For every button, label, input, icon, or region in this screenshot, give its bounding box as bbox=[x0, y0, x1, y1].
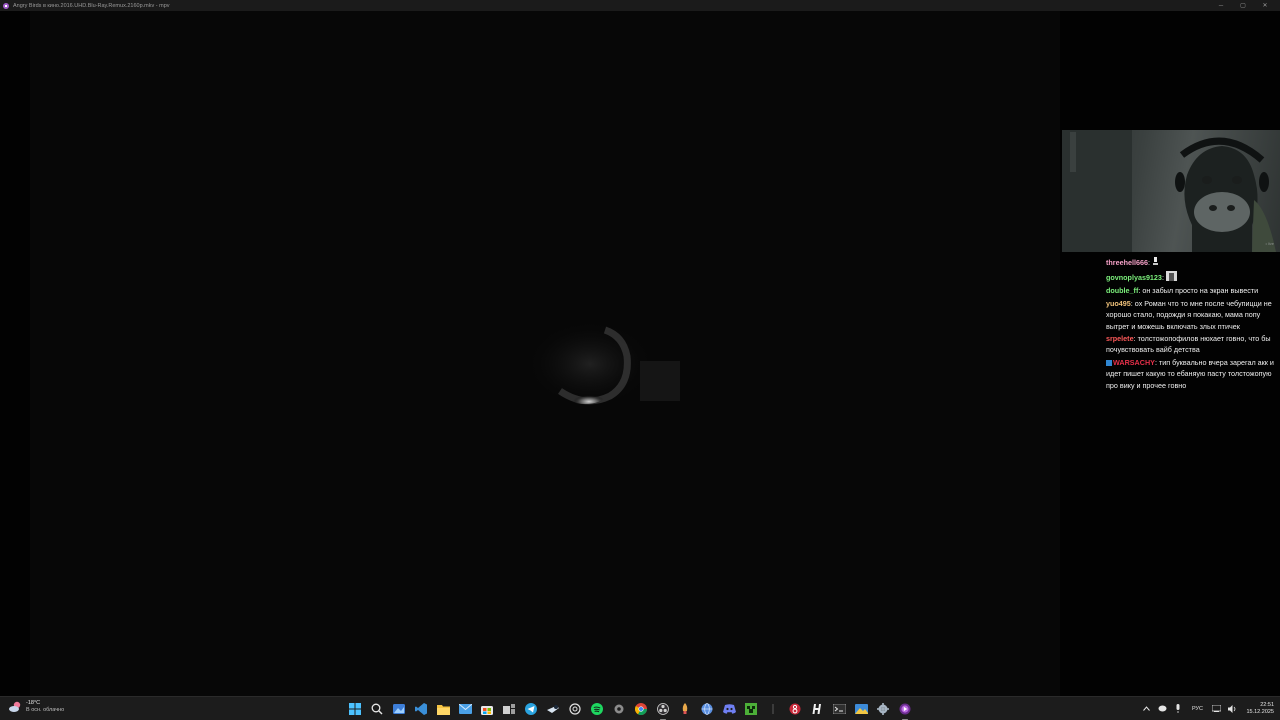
weather-desc: В осн. облачно bbox=[26, 707, 65, 713]
minecraft-icon[interactable] bbox=[740, 698, 762, 720]
chat-username: govnoplyas9123 bbox=[1106, 272, 1162, 282]
taskbar: -18°C В осн. облачно РУС 22:51 15.12.202… bbox=[0, 696, 1280, 720]
minimize-button[interactable]: ─ bbox=[1210, 0, 1232, 11]
chat-username: srpelete bbox=[1106, 334, 1134, 344]
volume-icon[interactable] bbox=[1224, 698, 1240, 720]
chat-message: yuo495: ох Роман что то мне после чебупи… bbox=[1106, 299, 1272, 331]
settings-cog-icon[interactable] bbox=[608, 698, 630, 720]
search-icon[interactable] bbox=[366, 698, 388, 720]
widgets-icon[interactable] bbox=[388, 698, 410, 720]
chat-username: double_ff bbox=[1106, 286, 1139, 296]
taskbar-apps bbox=[344, 698, 916, 720]
chat-message: govnoplyas9123: bbox=[1106, 270, 1276, 284]
spotify-icon[interactable] bbox=[586, 698, 608, 720]
vscode-icon[interactable] bbox=[410, 698, 432, 720]
subscriber-badge-icon bbox=[1106, 359, 1112, 366]
weather-temp: -18°C bbox=[26, 700, 41, 706]
clock[interactable]: 22:51 15.12.2025 bbox=[1246, 702, 1274, 716]
file-explorer-icon[interactable] bbox=[432, 698, 454, 720]
separator-icon bbox=[762, 698, 784, 720]
stream-chat: threehell666: govnoplyas9123: double_ff:… bbox=[1106, 257, 1276, 392]
chat-message: double_ff: он забыл просто на экран выве… bbox=[1106, 286, 1259, 296]
window-title: Angry Birds в кино.2016.UHD.Blu-Ray.Remu… bbox=[13, 2, 170, 9]
h-app-icon[interactable] bbox=[806, 698, 828, 720]
weather-icon bbox=[9, 701, 21, 712]
chat-username: WARSACHY bbox=[1113, 358, 1155, 368]
obs-icon[interactable] bbox=[652, 698, 674, 720]
app-8-icon[interactable] bbox=[784, 698, 806, 720]
maximize-button[interactable]: ▢ bbox=[1232, 0, 1254, 11]
system-tray: РУС 22:51 15.12.2025 bbox=[1138, 697, 1274, 720]
microphone-icon[interactable] bbox=[1170, 698, 1186, 720]
rocket-icon[interactable] bbox=[674, 698, 696, 720]
chat-message: threehell666: bbox=[1106, 257, 1276, 269]
chrome-icon[interactable] bbox=[630, 698, 652, 720]
video-dark-scene bbox=[525, 320, 680, 408]
chat-text: он забыл просто на экран вывести bbox=[1142, 286, 1259, 296]
language-indicator[interactable]: РУС bbox=[1186, 698, 1208, 720]
steam-icon[interactable] bbox=[542, 698, 564, 720]
network-icon[interactable] bbox=[1208, 698, 1224, 720]
chat-username: threehell666 bbox=[1106, 258, 1148, 267]
weather-widget[interactable]: -18°C В осн. облачно bbox=[8, 700, 64, 714]
mpv-icon[interactable] bbox=[894, 698, 916, 720]
chat-username: yuo495 bbox=[1106, 299, 1131, 309]
chevron-up-icon[interactable] bbox=[1138, 698, 1154, 720]
telegram-icon[interactable] bbox=[520, 698, 542, 720]
store-icon[interactable] bbox=[476, 698, 498, 720]
terminal-icon[interactable] bbox=[828, 698, 850, 720]
close-button[interactable]: ✕ bbox=[1254, 0, 1276, 11]
chat-message: WARSACHY: тип буквально вчера зарегал ак… bbox=[1106, 358, 1274, 390]
chatgpt-icon[interactable] bbox=[564, 698, 586, 720]
clock-date: 15.12.2025 bbox=[1246, 708, 1274, 715]
webcam-overlay: • live bbox=[1062, 130, 1280, 252]
chat-text: ох Роман что то мне после чебупицци не х… bbox=[1106, 299, 1272, 331]
webcam-stamp: • live bbox=[1265, 241, 1274, 246]
title-bar: Angry Birds в кино.2016.UHD.Blu-Ray.Remu… bbox=[0, 0, 1280, 11]
discord-icon[interactable] bbox=[718, 698, 740, 720]
window-controls: ─ ▢ ✕ bbox=[1210, 0, 1276, 11]
video-viewport[interactable] bbox=[0, 11, 1280, 696]
mail-icon[interactable] bbox=[454, 698, 476, 720]
clock-time: 22:51 bbox=[1260, 701, 1274, 708]
globe-icon[interactable] bbox=[696, 698, 718, 720]
task-view-icon[interactable] bbox=[498, 698, 520, 720]
tray-app-icon[interactable] bbox=[1154, 698, 1170, 720]
meme-emote-icon bbox=[1165, 270, 1177, 284]
chat-message: srpelete: толстожопофилов нюхает говно, … bbox=[1106, 334, 1271, 355]
gear-icon[interactable] bbox=[872, 698, 894, 720]
photos-icon[interactable] bbox=[850, 698, 872, 720]
windows-start-icon[interactable] bbox=[344, 698, 366, 720]
trophy-emote-icon bbox=[1152, 257, 1159, 269]
webcam-hippo-mask-image bbox=[1062, 130, 1276, 252]
mpv-app-icon bbox=[3, 2, 9, 9]
